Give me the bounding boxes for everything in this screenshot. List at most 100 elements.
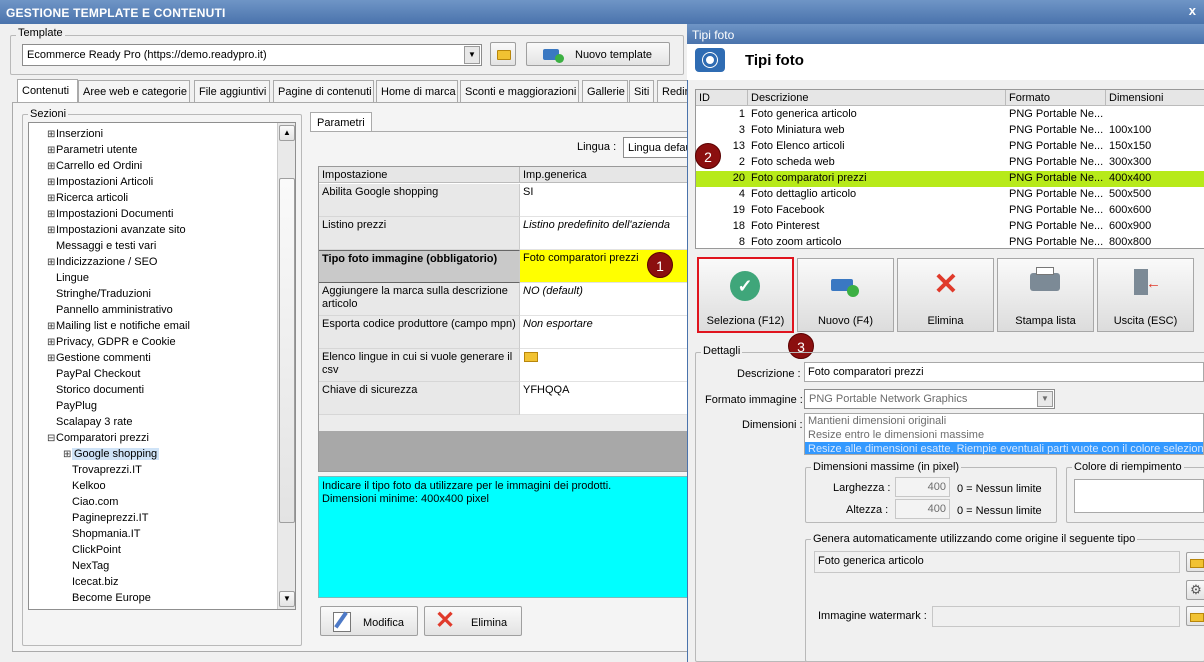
param-value-cell[interactable] (520, 349, 691, 382)
chevron-down-icon[interactable]: ▼ (1037, 391, 1053, 407)
dim-listbox[interactable]: Mantieni dimensioni originali Resize ent… (804, 413, 1204, 455)
param-value-cell[interactable]: YFHQQA (520, 382, 691, 415)
param-value-cell[interactable]: Non esportare (520, 316, 691, 349)
tree-item[interactable]: ClickPoint (63, 542, 121, 558)
param-name-cell[interactable]: Elenco lingue in cui si vuole generare i… (319, 349, 520, 382)
expand-plus-icon[interactable]: ⊞ (47, 175, 56, 191)
tree-item[interactable]: Scalapay 3 rate (47, 414, 132, 430)
tree-item[interactable]: ⊞Inserzioni (47, 126, 103, 142)
tree-item[interactable]: PayPal Checkout (47, 366, 140, 382)
tab-parametri[interactable]: Parametri (310, 112, 372, 132)
param-name-cell[interactable]: Esporta codice produttore (campo mpn) (319, 316, 520, 349)
table-row[interactable]: 4 Foto dettaglio articolo PNG Portable Ne.… (696, 187, 1204, 203)
delete-photo-type-button[interactable]: ✕ Elimina (897, 258, 994, 332)
param-name-cell[interactable]: Chiave di sicurezza (319, 382, 520, 415)
delete-param-button[interactable]: ✕ Elimina (424, 606, 522, 636)
tab-contenuti[interactable]: Contenuti (17, 79, 78, 103)
chevron-down-icon[interactable]: ▼ (464, 46, 480, 64)
param-name-cell[interactable]: Abilita Google shopping (319, 184, 520, 217)
expand-plus-icon[interactable]: ⊞ (47, 207, 56, 223)
tree-item[interactable]: ⊞Mailing list e notifiche email (47, 318, 190, 334)
tree-item[interactable]: Ciao.com (63, 494, 118, 510)
tree-item[interactable]: Kelkoo (63, 478, 106, 494)
tree-item[interactable]: ⊞Privacy, GDPR e Cookie (47, 334, 176, 350)
expand-plus-icon[interactable]: ⊞ (47, 319, 56, 335)
param-value-cell[interactable]: Listino predefinito dell'azienda (520, 217, 691, 250)
param-value-cell[interactable]: SI (520, 184, 691, 217)
tree-item[interactable]: Messaggi e testi vari (47, 238, 156, 254)
tree-item[interactable]: Pannello amministrativo (47, 302, 173, 318)
tree-item[interactable]: Become Europe (63, 590, 151, 606)
tree-item[interactable]: Trovaprezzi.IT (63, 462, 142, 478)
lingua-select[interactable]: Lingua defau (623, 137, 689, 158)
param-name-cell[interactable]: Listino prezzi (319, 217, 520, 250)
tree-item[interactable]: Shopmania.IT (63, 526, 140, 542)
param-name-cell[interactable]: Aggiungere la marca sulla descrizione ar… (319, 283, 520, 316)
height-input[interactable]: 400 (895, 499, 950, 519)
scroll-up-arrow[interactable]: ▲ (279, 125, 295, 141)
expand-plus-icon[interactable]: ⊞ (47, 143, 56, 159)
table-row[interactable]: 18 Foto Pinterest PNG Portable Ne... 600x90… (696, 219, 1204, 235)
tree-item[interactable]: ⊞Impostazioni Documenti (47, 206, 173, 222)
param-value-cell[interactable]: NO (default) (520, 283, 691, 316)
tree-item[interactable]: ⊞Gestione commenti (47, 350, 151, 366)
table-row[interactable]: 8 Foto zoom articolo PNG Portable Ne... 800… (696, 235, 1204, 251)
tree-item[interactable]: ⊞Indicizzazione / SEO (47, 254, 158, 270)
watermark-folder-button[interactable] (1186, 606, 1204, 626)
template-select[interactable]: Ecommerce Ready Pro (https://demo.readyp… (22, 44, 482, 66)
new-template-button[interactable]: Nuovo template (526, 42, 670, 66)
edit-button[interactable]: Modifica (320, 606, 418, 636)
table-row[interactable]: 3 Foto Miniatura web PNG Portable Ne... 100… (696, 123, 1204, 139)
table-row[interactable]: 2 Foto scheda web PNG Portable Ne... 300x30… (696, 155, 1204, 171)
tree-item[interactable]: PayPlug (47, 398, 97, 414)
tree-item[interactable]: ⊞ Google shopping (63, 446, 160, 463)
tree-item[interactable]: Stringhe/Traduzioni (47, 286, 151, 302)
desc-input[interactable]: Foto comparatori prezzi (804, 362, 1204, 382)
tree-item[interactable]: Pagineprezzi.IT (63, 510, 148, 526)
dim-option[interactable]: Mantieni dimensioni originali (805, 414, 1203, 428)
window-close-button[interactable]: x (1189, 3, 1196, 18)
expand-plus-icon[interactable]: ⊞ (47, 159, 56, 175)
tab-siti[interactable]: Siti (629, 80, 654, 102)
open-folder-button[interactable] (490, 42, 516, 66)
tree-item[interactable]: ⊞Carrello ed Ordini (47, 158, 142, 174)
tree-item[interactable]: NexTag (63, 558, 109, 574)
tab-redir[interactable]: Redir (657, 80, 689, 102)
format-select[interactable]: PNG Portable Network Graphics ▼ (804, 389, 1055, 409)
tab-home-marca[interactable]: Home di marca (376, 80, 458, 102)
tree-item[interactable]: ⊞Impostazioni Articoli (47, 174, 153, 190)
exit-button[interactable]: ← Uscita (ESC) (1097, 258, 1194, 332)
tree-item[interactable]: ⊞Ricerca articoli (47, 190, 128, 206)
folder-icon[interactable] (524, 352, 538, 362)
width-input[interactable]: 400 (895, 477, 950, 497)
table-row[interactable]: 19 Foto Facebook PNG Portable Ne... 600x600 (696, 203, 1204, 219)
tree-item[interactable]: ⊞Impostazioni avanzate sito (47, 222, 186, 238)
expand-plus-icon[interactable]: ⊟ (47, 431, 56, 447)
tree-scrollbar[interactable]: ▲ ▼ (277, 123, 295, 609)
tab-gallerie[interactable]: Gallerie (582, 80, 628, 102)
expand-plus-icon[interactable]: ⊞ (47, 127, 56, 143)
tab-sconti[interactable]: Sconti e maggiorazioni (460, 80, 579, 102)
expand-plus-icon[interactable]: ⊞ (47, 191, 56, 207)
expand-plus-icon[interactable]: ⊞ (47, 335, 56, 351)
dim-option-selected[interactable]: Resize alle dimensioni esatte. Riempie e… (805, 442, 1203, 454)
print-list-button[interactable]: Stampa lista (997, 258, 1094, 332)
scroll-down-arrow[interactable]: ▼ (279, 591, 295, 607)
table-row[interactable]: 1 Foto generica articolo PNG Portable Ne..… (696, 107, 1204, 123)
tab-file-aggiuntivi[interactable]: File aggiuntivi (194, 80, 270, 102)
new-photo-type-button[interactable]: Nuovo (F4) (797, 258, 894, 332)
tab-aree-web[interactable]: Aree web e categorie (78, 80, 190, 102)
dim-option[interactable]: Resize entro le dimensioni massime (805, 428, 1203, 442)
tree-item[interactable]: Storico documenti (47, 382, 144, 398)
tree-item[interactable]: Icecat.biz (63, 574, 118, 590)
expand-plus-icon[interactable]: ⊞ (47, 255, 56, 271)
watermark-field[interactable] (932, 606, 1180, 627)
expand-plus-icon[interactable]: ⊞ (47, 223, 56, 239)
auto-source-folder-button[interactable] (1186, 552, 1204, 572)
tab-pagine-contenuti[interactable]: Pagine di contenuti (273, 80, 374, 102)
scroll-thumb[interactable] (279, 178, 295, 523)
tree-item[interactable]: ⊟Comparatori prezzi (47, 430, 149, 446)
expand-plus-icon[interactable]: ⊞ (47, 351, 56, 367)
expand-plus-icon[interactable]: ⊞ (63, 447, 72, 463)
settings-button[interactable]: ⚙ (1186, 580, 1204, 600)
